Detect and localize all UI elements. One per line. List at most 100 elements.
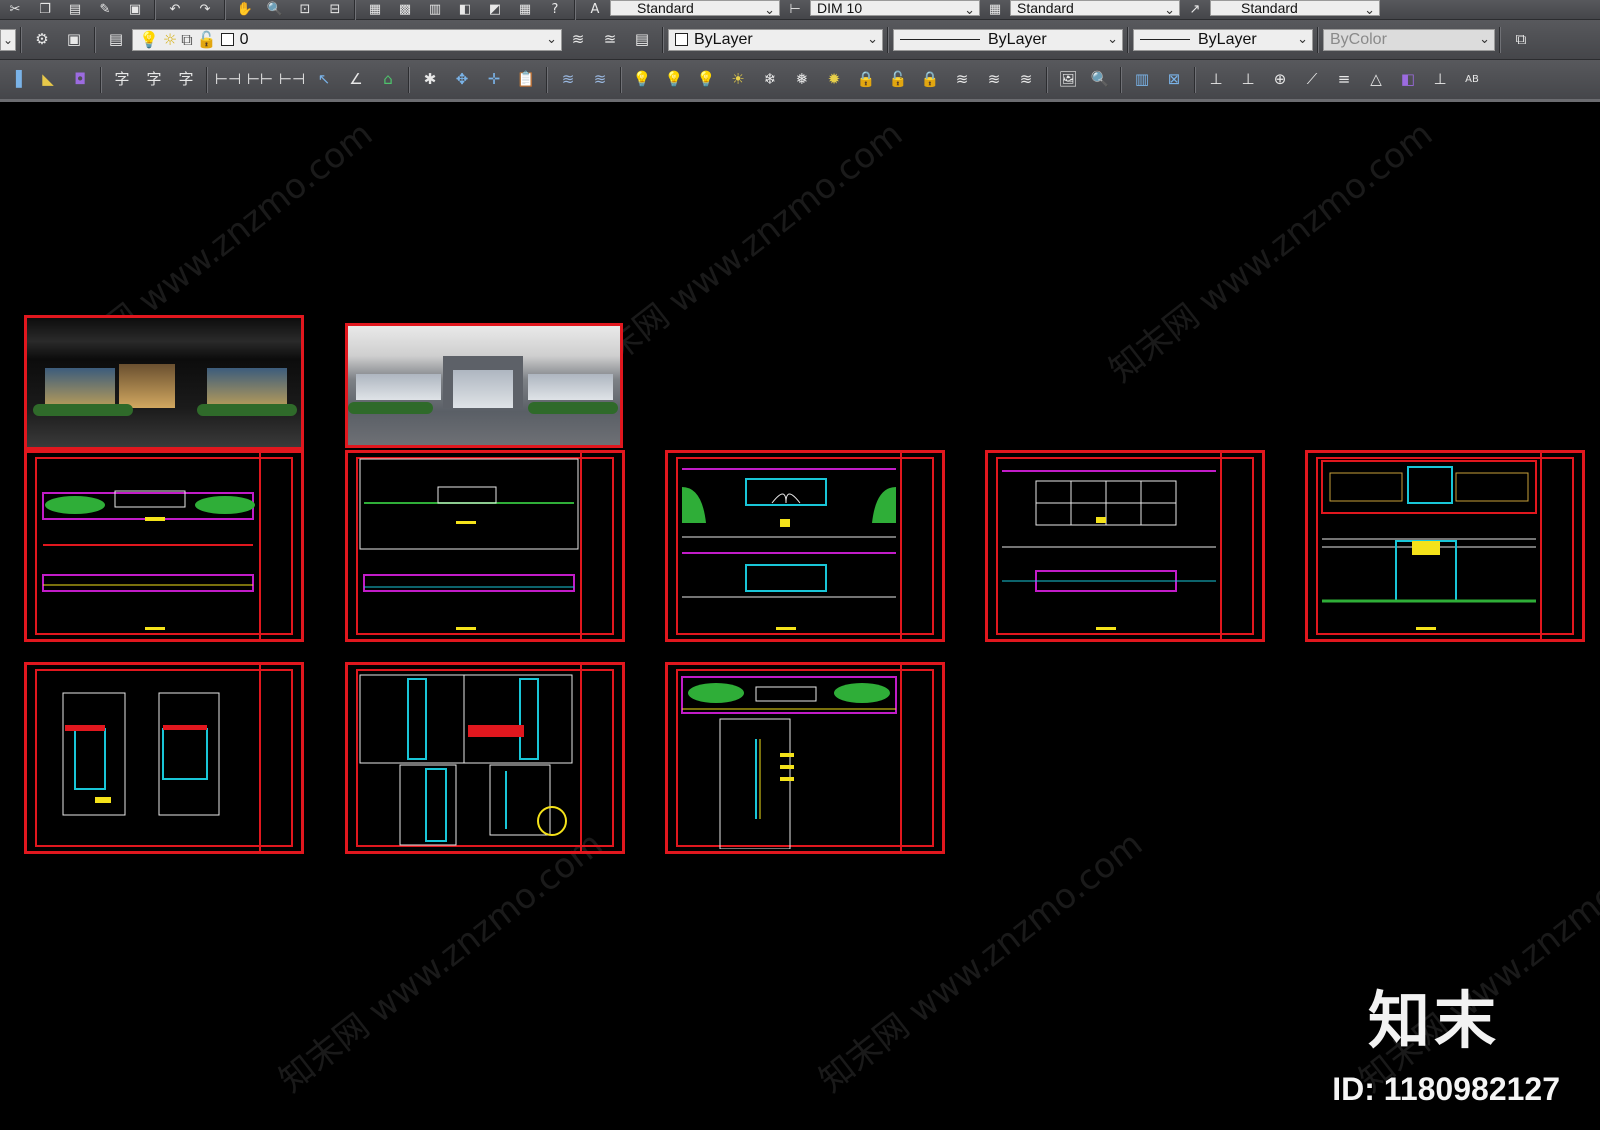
- dim-edit-icon[interactable]: ⟋: [1301, 69, 1323, 91]
- redo-icon[interactable]: ↷: [195, 1, 215, 19]
- layer-lock-icon[interactable]: 🔒: [919, 69, 941, 91]
- table-style-icon[interactable]: ▦: [985, 1, 1005, 19]
- light-yellow-icon[interactable]: 💡: [695, 69, 717, 91]
- columns-icon[interactable]: ▥: [1131, 69, 1153, 91]
- layer-dropdown[interactable]: 💡 ☼ ⧉ 🔓 0 ⌄: [132, 28, 562, 51]
- pan-move-icon[interactable]: ✛: [483, 69, 505, 91]
- layer-properties-icon[interactable]: ▤: [105, 29, 127, 51]
- text-style-dropdown[interactable]: Standard ⌄: [610, 0, 780, 17]
- make-current-layer-icon[interactable]: ≋: [567, 29, 589, 51]
- linear-dim-icon[interactable]: ⊢⊣: [215, 69, 241, 91]
- sheet-set-icon[interactable]: ◧: [455, 1, 475, 19]
- text-edit-icon[interactable]: 字: [111, 69, 133, 91]
- dim-update-icon[interactable]: ◧: [1397, 69, 1419, 91]
- match-properties-icon[interactable]: ✎: [95, 1, 115, 19]
- layers-properties-toolbar: ⌄ ⚙ ▣ ▤ 💡 ☼ ⧉ 🔓 0 ⌄ ≋ ≊ ▤ ByLayer ⌄ ByLa…: [0, 20, 1600, 60]
- layer-merge-icon[interactable]: ≋: [983, 69, 1005, 91]
- multiline-text-icon[interactable]: 字: [175, 69, 197, 91]
- markup-icon[interactable]: ◩: [485, 1, 505, 19]
- chevron-down-icon: ⌄: [1164, 1, 1175, 17]
- snowflake-freeze-icon[interactable]: ❄: [759, 69, 781, 91]
- single-line-text-icon[interactable]: 字: [143, 69, 165, 91]
- drawing-sheet[interactable]: [24, 450, 304, 642]
- gear-icon[interactable]: ⚙: [31, 29, 53, 51]
- color-dropdown[interactable]: ByLayer ⌄: [668, 28, 883, 51]
- ordinate-dim2-icon[interactable]: ⊥: [1237, 69, 1259, 91]
- hatch-icon[interactable]: ◣: [37, 69, 59, 91]
- dim-baseline-icon[interactable]: ⊥: [1429, 69, 1451, 91]
- drawing-sheet[interactable]: [345, 662, 625, 854]
- layer-delete-icon[interactable]: ≋: [1015, 69, 1037, 91]
- copy-icon[interactable]: ❐: [35, 1, 55, 19]
- sun-icon: ☼: [162, 30, 178, 49]
- plotstyle-dropdown[interactable]: ByColor ⌄: [1323, 28, 1495, 51]
- explode-icon[interactable]: ✱: [419, 69, 441, 91]
- linetype-dropdown[interactable]: ByLayer ⌄: [893, 28, 1123, 51]
- zoom-extents-icon[interactable]: 🔍: [1089, 69, 1111, 91]
- lineweight-dropdown[interactable]: ByLayer ⌄: [1133, 28, 1313, 51]
- continue-dim-icon[interactable]: ⊢⊢: [247, 69, 273, 91]
- paste-icon[interactable]: ▤: [65, 1, 85, 19]
- frame-icon[interactable]: ⊠: [1163, 69, 1185, 91]
- dim-text-icon[interactable]: ≡: [1333, 69, 1355, 91]
- dim-style-icon[interactable]: ⊢: [785, 1, 805, 19]
- planter: [197, 404, 297, 416]
- light-icon[interactable]: 💡: [631, 69, 653, 91]
- layer-previous-icon[interactable]: ≊: [599, 29, 621, 51]
- pan-icon[interactable]: ✋: [235, 1, 255, 19]
- tolerance-icon[interactable]: △: [1365, 69, 1387, 91]
- clipboard-icon[interactable]: 📋: [515, 69, 537, 91]
- zoom-window-icon[interactable]: ⊡: [295, 1, 315, 19]
- insert-block-icon[interactable]: ⌂: [377, 69, 399, 91]
- tool-palettes-icon[interactable]: ▥: [425, 1, 445, 19]
- drawing-sheet[interactable]: [345, 450, 625, 642]
- drawing-sheet[interactable]: [24, 662, 304, 854]
- unlock-icon[interactable]: 🔓: [887, 69, 909, 91]
- dim-style-dropdown[interactable]: DIM 10 ⌄: [810, 0, 980, 17]
- zoom-previous-icon[interactable]: ⊟: [325, 1, 345, 19]
- separator: [1046, 66, 1048, 93]
- layer-isolate-icon[interactable]: ▤: [631, 29, 653, 51]
- layer-stack-icon[interactable]: ≋: [951, 69, 973, 91]
- region-icon[interactable]: ▐: [5, 69, 27, 91]
- help-icon[interactable]: ?: [545, 1, 565, 19]
- table-style-dropdown[interactable]: Standard ⌄: [1010, 0, 1180, 17]
- mleader-style-dropdown[interactable]: Standard ⌄: [1210, 0, 1380, 17]
- sun-properties-icon[interactable]: ☀: [727, 69, 749, 91]
- layer-color-swatch: [220, 33, 234, 46]
- watermark-text: 知末网 www.znzmo.com: [1102, 114, 1441, 391]
- drawing-sheet[interactable]: [665, 662, 945, 854]
- zoom-realtime-icon[interactable]: 🔍: [265, 1, 285, 19]
- quickcalc-icon[interactable]: ▦: [515, 1, 535, 19]
- center-mark-icon[interactable]: ⊕: [1269, 69, 1291, 91]
- block-editor-icon[interactable]: ▣: [125, 1, 145, 19]
- cut-icon[interactable]: ✂: [5, 1, 25, 19]
- lock-icon[interactable]: 🔒: [855, 69, 877, 91]
- baseline-dim-icon[interactable]: ⊢⊣: [279, 69, 305, 91]
- separator: [1499, 26, 1501, 53]
- design-center-icon[interactable]: ▩: [395, 1, 415, 19]
- leader-icon[interactable]: ↖: [313, 69, 335, 91]
- abc-text-icon[interactable]: AB: [1461, 69, 1483, 91]
- text-style-icon[interactable]: A: [585, 1, 605, 19]
- undo-icon[interactable]: ↶: [165, 1, 185, 19]
- ordinate-dim-icon[interactable]: ⊥: [1205, 69, 1227, 91]
- layer-states-icon[interactable]: ▣: [63, 29, 85, 51]
- properties-icon[interactable]: ▦: [365, 1, 385, 19]
- snowflake-thaw-icon[interactable]: ❅: [791, 69, 813, 91]
- drawing-sheet[interactable]: [665, 450, 945, 642]
- move-icon[interactable]: ✥: [451, 69, 473, 91]
- toolbar-overflow-icon[interactable]: ⧉: [1510, 29, 1532, 51]
- angular-dim-icon[interactable]: ∠: [345, 69, 367, 91]
- drawing-sheet[interactable]: [985, 450, 1265, 642]
- image-icon[interactable]: 🖼: [1057, 69, 1079, 91]
- sun-icon[interactable]: ✹: [823, 69, 845, 91]
- boundary-icon[interactable]: ◘: [69, 69, 91, 91]
- layer-match-icon[interactable]: ≋: [589, 69, 611, 91]
- mleader-style-icon[interactable]: ↗: [1185, 1, 1205, 19]
- layer-walk-icon[interactable]: ≋: [557, 69, 579, 91]
- drawing-sheet[interactable]: [1305, 450, 1585, 642]
- light-on-icon[interactable]: 💡: [663, 69, 685, 91]
- model-space-canvas[interactable]: 知末网 www.znzmo.com 知末网 www.znzmo.com 知末网 …: [0, 105, 1600, 1130]
- chevron-down-icon[interactable]: ⌄: [0, 28, 16, 51]
